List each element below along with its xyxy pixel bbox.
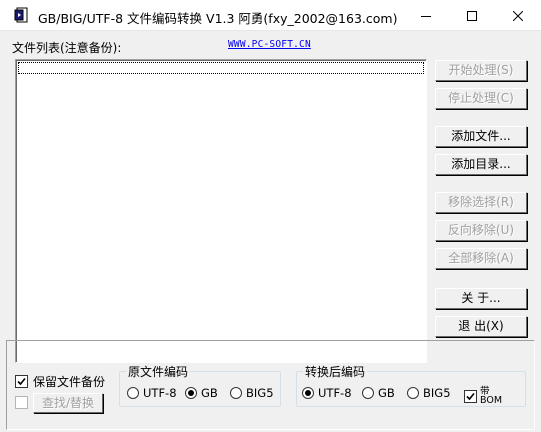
- close-icon: [513, 10, 523, 21]
- radio-button[interactable]: [127, 387, 139, 399]
- source-encoding-title: 原文件编码: [126, 363, 191, 380]
- radio-label: BIG5: [423, 386, 451, 400]
- bom-checkbox-box[interactable]: [464, 389, 477, 403]
- backup-checkbox-box[interactable]: [15, 375, 28, 388]
- file-list[interactable]: [15, 59, 427, 363]
- bom-checkbox[interactable]: 带 BOM: [464, 387, 506, 405]
- remove-all-button[interactable]: 全部移除(A): [435, 248, 527, 269]
- backup-checkbox[interactable]: 保留文件备份: [15, 373, 105, 390]
- bom-label-line2: BOM: [480, 395, 503, 406]
- find-replace-checkbox[interactable]: [15, 396, 28, 409]
- about-button[interactable]: 关 于...: [435, 288, 527, 309]
- radio-button[interactable]: [230, 387, 242, 399]
- radio-label: UTF-8: [318, 386, 352, 400]
- main-window: 文件列表(注意备份): WWW.PC-SOFT.CN 开始处理(S) 停止处理(…: [1, 31, 540, 431]
- file-list-label: 文件列表(注意备份):: [12, 41, 122, 55]
- checkmark-icon: [466, 392, 475, 400]
- minimize-button[interactable]: [403, 0, 449, 31]
- radio-button[interactable]: [407, 387, 419, 399]
- target-encoding-title: 转换后编码: [303, 363, 368, 380]
- stop-button[interactable]: 停止处理(C): [435, 88, 527, 109]
- find-replace-checkbox-box[interactable]: [15, 396, 28, 409]
- source-radio-big5[interactable]: BIG5: [230, 386, 274, 400]
- source-radio-utf8[interactable]: UTF-8: [127, 386, 177, 400]
- target-radio-utf8[interactable]: UTF-8: [302, 386, 352, 400]
- start-button[interactable]: 开始处理(S): [435, 60, 527, 81]
- radio-label: GB: [378, 386, 395, 400]
- bom-label: 带 BOM: [480, 387, 506, 406]
- radio-label: GB: [201, 386, 218, 400]
- remove-selected-button[interactable]: 移除选择(R): [435, 192, 527, 213]
- radio-label: UTF-8: [143, 386, 177, 400]
- backup-checkbox-label: 保留文件备份: [33, 375, 106, 389]
- app-icon: [14, 7, 28, 23]
- title-bar: GB/BIG/UTF-8 文件编码转换 V1.3 阿勇(fxy_2002@163…: [0, 0, 541, 31]
- radio-button[interactable]: [302, 387, 314, 399]
- website-link[interactable]: WWW.PC-SOFT.CN: [228, 39, 311, 50]
- maximize-icon: [467, 10, 477, 21]
- checkmark-icon: [17, 377, 26, 386]
- radio-button[interactable]: [185, 387, 197, 399]
- radio-button[interactable]: [362, 387, 374, 399]
- target-radio-gb[interactable]: GB: [362, 386, 395, 400]
- find-replace-button[interactable]: 查找/替换: [33, 393, 103, 413]
- add-file-button[interactable]: 添加文件...: [435, 126, 527, 147]
- add-directory-button[interactable]: 添加目录...: [435, 154, 527, 175]
- close-button[interactable]: [495, 0, 541, 31]
- focus-row: [18, 62, 424, 74]
- maximize-button[interactable]: [449, 0, 495, 31]
- target-radio-big5[interactable]: BIG5: [407, 386, 451, 400]
- exit-button[interactable]: 退 出(X): [435, 316, 527, 337]
- invert-remove-button[interactable]: 反向移除(U): [435, 220, 527, 241]
- minimize-icon: [421, 15, 431, 17]
- radio-label: BIG5: [246, 386, 274, 400]
- source-radio-gb[interactable]: GB: [185, 386, 218, 400]
- window-title: GB/BIG/UTF-8 文件编码转换 V1.3 阿勇(fxy_2002@163…: [38, 11, 398, 26]
